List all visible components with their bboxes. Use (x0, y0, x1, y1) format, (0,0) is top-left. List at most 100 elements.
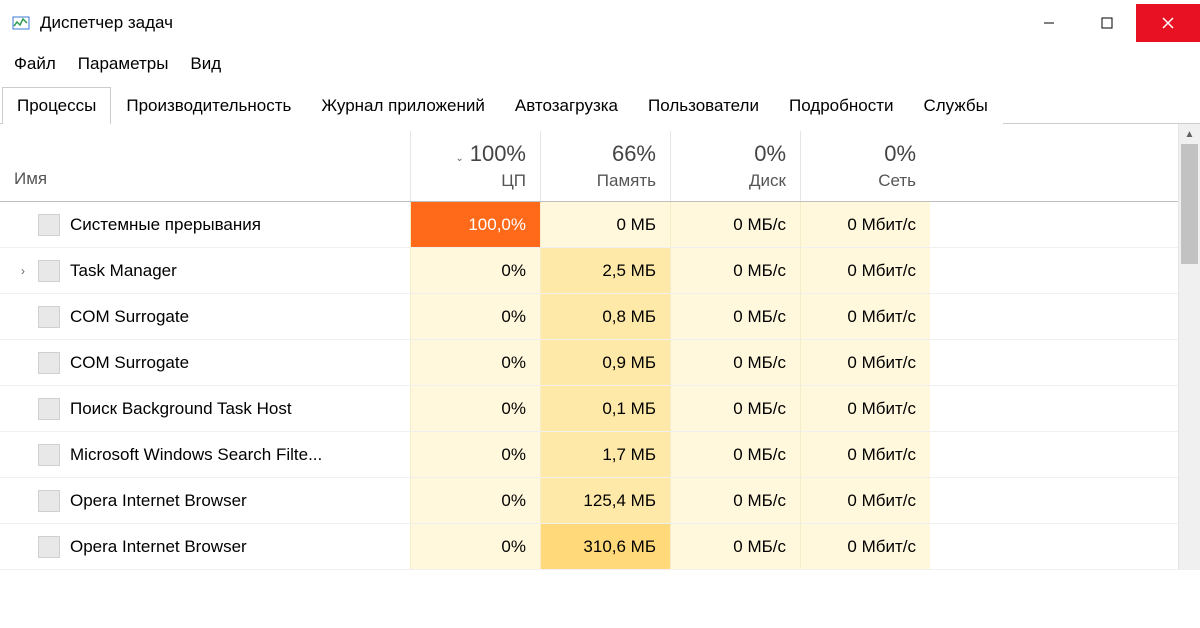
disk-cell: 0 МБ/с (670, 248, 800, 293)
process-name: Поиск Background Task Host (70, 399, 292, 419)
memory-cell: 2,5 МБ (540, 248, 670, 293)
net-header-label: Сеть (807, 171, 916, 191)
column-network[interactable]: 0% Сеть (800, 131, 930, 201)
disk-cell: 0 МБ/с (670, 340, 800, 385)
disk-cell: 0 МБ/с (670, 478, 800, 523)
vertical-scrollbar[interactable]: ▲ (1178, 124, 1200, 570)
menu-file[interactable]: Файл (14, 54, 56, 74)
mem-header-pct: 66% (547, 141, 656, 167)
sort-indicator-icon: ⌄ (455, 153, 463, 164)
disk-header-pct: 0% (677, 141, 786, 167)
disk-cell: 0 МБ/с (670, 386, 800, 431)
disk-cell: 0 МБ/с (670, 432, 800, 477)
process-name: Системные прерывания (70, 215, 261, 235)
cpu-cell: 0% (410, 248, 540, 293)
process-name: COM Surrogate (70, 307, 189, 327)
network-cell: 0 Мбит/с (800, 340, 930, 385)
tab-strip: Процессы Производительность Журнал прило… (0, 86, 1200, 124)
cpu-cell: 0% (410, 386, 540, 431)
process-name-cell: Системные прерывания (0, 214, 410, 236)
tab-services[interactable]: Службы (908, 87, 1002, 124)
memory-cell: 125,4 МБ (540, 478, 670, 523)
cpu-cell: 0% (410, 524, 540, 569)
window-controls (1020, 4, 1200, 42)
mem-header-label: Память (547, 171, 656, 191)
column-memory[interactable]: 66% Память (540, 131, 670, 201)
cpu-cell: 0% (410, 432, 540, 477)
process-name: Microsoft Windows Search Filte... (70, 445, 322, 465)
window-title: Диспетчер задач (40, 13, 173, 33)
network-cell: 0 Мбит/с (800, 202, 930, 247)
table-row[interactable]: COM Surrogate 0%0,8 МБ0 МБ/с0 Мбит/с (0, 294, 1178, 340)
memory-cell: 310,6 МБ (540, 524, 670, 569)
disk-header-label: Диск (677, 171, 786, 191)
menu-options[interactable]: Параметры (78, 54, 169, 74)
tab-processes[interactable]: Процессы (2, 87, 111, 124)
process-name-cell: Opera Internet Browser (0, 490, 410, 512)
table-row[interactable]: Microsoft Windows Search Filte... 0%1,7 М… (0, 432, 1178, 478)
process-name-cell: Microsoft Windows Search Filte... (0, 444, 410, 466)
disk-cell: 0 МБ/с (670, 294, 800, 339)
tab-app-history[interactable]: Журнал приложений (306, 87, 500, 124)
process-icon (38, 398, 60, 420)
menu-view[interactable]: Вид (190, 54, 221, 74)
tab-details[interactable]: Подробности (774, 87, 909, 124)
process-icon (38, 444, 60, 466)
process-icon (38, 352, 60, 374)
table-row[interactable]: Opera Internet Browser 0%125,4 МБ0 МБ/с0 … (0, 478, 1178, 524)
close-button[interactable] (1136, 4, 1200, 42)
table-row[interactable]: › Task Manager 0%2,5 МБ0 МБ/с0 Мбит/с (0, 248, 1178, 294)
memory-cell: 0,1 МБ (540, 386, 670, 431)
process-name-cell: COM Surrogate (0, 306, 410, 328)
network-cell: 0 Мбит/с (800, 432, 930, 477)
process-name-cell: Поиск Background Task Host (0, 398, 410, 420)
process-name: COM Surrogate (70, 353, 189, 373)
cpu-header-label: ЦП (417, 171, 526, 191)
disk-cell: 0 МБ/с (670, 524, 800, 569)
process-name-cell: Opera Internet Browser (0, 536, 410, 558)
network-cell: 0 Мбит/с (800, 386, 930, 431)
cpu-cell: 100,0% (410, 202, 540, 247)
network-cell: 0 Мбит/с (800, 478, 930, 523)
process-name: Task Manager (70, 261, 177, 281)
maximize-button[interactable] (1078, 4, 1136, 42)
process-name: Opera Internet Browser (70, 537, 247, 557)
network-cell: 0 Мбит/с (800, 524, 930, 569)
process-name-cell: COM Surrogate (0, 352, 410, 374)
memory-cell: 0 МБ (540, 202, 670, 247)
process-name-cell: › Task Manager (0, 260, 410, 282)
column-cpu[interactable]: ⌄100% ЦП (410, 131, 540, 201)
table-row[interactable]: COM Surrogate 0%0,9 МБ0 МБ/с0 Мбит/с (0, 340, 1178, 386)
process-name: Opera Internet Browser (70, 491, 247, 511)
column-disk[interactable]: 0% Диск (670, 131, 800, 201)
table-header: Имя ⌄100% ЦП 66% Память 0% Диск 0% Сеть (0, 124, 1178, 202)
minimize-button[interactable] (1020, 4, 1078, 42)
cpu-cell: 0% (410, 478, 540, 523)
table-row[interactable]: Поиск Background Task Host 0%0,1 МБ0 МБ/с… (0, 386, 1178, 432)
process-icon (38, 490, 60, 512)
disk-cell: 0 МБ/с (670, 202, 800, 247)
process-table: Имя ⌄100% ЦП 66% Память 0% Диск 0% Сеть … (0, 124, 1200, 570)
cpu-cell: 0% (410, 294, 540, 339)
titlebar: Диспетчер задач (0, 0, 1200, 46)
expand-icon[interactable]: › (14, 264, 32, 278)
network-cell: 0 Мбит/с (800, 248, 930, 293)
network-cell: 0 Мбит/с (800, 294, 930, 339)
tab-startup[interactable]: Автозагрузка (500, 87, 633, 124)
column-name[interactable]: Имя (0, 169, 410, 201)
memory-cell: 0,9 МБ (540, 340, 670, 385)
process-icon (38, 306, 60, 328)
process-icon (38, 214, 60, 236)
rows-container: Системные прерывания100,0%0 МБ0 МБ/с0 Мб… (0, 202, 1178, 570)
memory-cell: 0,8 МБ (540, 294, 670, 339)
tab-users[interactable]: Пользователи (633, 87, 774, 124)
process-icon (38, 536, 60, 558)
table-row[interactable]: Opera Internet Browser 0%310,6 МБ0 МБ/с0 … (0, 524, 1178, 570)
scroll-up-icon[interactable]: ▲ (1179, 124, 1200, 144)
tab-performance[interactable]: Производительность (111, 87, 306, 124)
app-icon (10, 12, 32, 34)
table-row[interactable]: Системные прерывания 100,0%0 МБ0 МБ/с0 Мб… (0, 202, 1178, 248)
scroll-thumb[interactable] (1181, 144, 1198, 264)
memory-cell: 1,7 МБ (540, 432, 670, 477)
cpu-cell: 0% (410, 340, 540, 385)
